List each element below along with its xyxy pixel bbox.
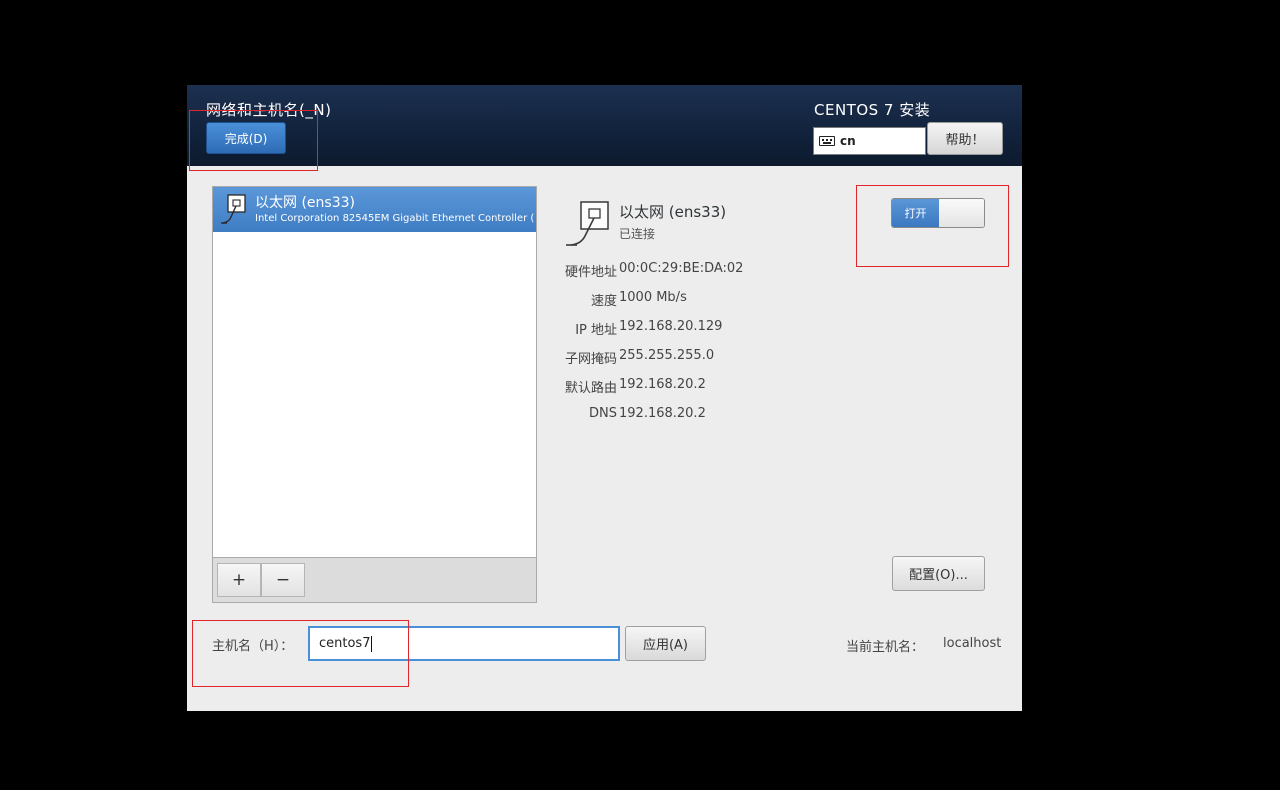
current-hostname-label: 当前主机名： <box>846 640 925 655</box>
page-title: 网络和主机名(_N) <box>206 101 332 119</box>
done-button[interactable]: 完成(D) <box>206 122 286 154</box>
list-item-ens33[interactable]: 以太网 (ens33) Intel Corporation 82545EM Gi… <box>213 187 536 232</box>
toggle-on-label: 打开 <box>892 199 939 227</box>
keyboard-layout-indicator[interactable]: cn <box>813 127 926 155</box>
device-list: 以太网 (ens33) Intel Corporation 82545EM Gi… <box>212 186 537 558</box>
install-title: CENTOS 7 安装 <box>814 101 931 119</box>
detail-device-name: 以太网 (ens33) <box>619 203 727 221</box>
remove-device-button[interactable]: − <box>261 563 305 597</box>
info-row-subnet-mask: 子网掩码 255.255.255.0 <box>564 348 715 367</box>
window-header: 网络和主机名(_N) 完成(D) CENTOS 7 安装 cn 帮助！ <box>187 85 1022 166</box>
device-list-toolbar: + − <box>212 558 537 603</box>
hostname-label: 主机名（H）： <box>212 639 294 654</box>
device-name: 以太网 (ens33) <box>255 195 355 211</box>
info-row-dns: DNS 192.168.20.2 <box>589 406 706 421</box>
info-row-ip-address: IP 地址 192.168.20.129 <box>575 319 723 338</box>
add-device-button[interactable]: + <box>217 563 261 597</box>
configure-button[interactable]: 配置(O)... <box>892 556 985 591</box>
connection-toggle[interactable]: 打开 <box>891 198 985 228</box>
current-hostname-value: localhost <box>943 636 1002 651</box>
connection-status: 已连接 <box>619 227 656 241</box>
help-button[interactable]: 帮助！ <box>927 122 1003 155</box>
info-row-speed: 速度 1000 Mb/s <box>590 290 687 309</box>
info-row-hw-address: 硬件地址 00:0C:29:BE:DA:02 <box>564 261 744 280</box>
info-row-default-route: 默认路由 192.168.20.2 <box>564 377 706 396</box>
ethernet-icon <box>221 194 246 224</box>
apply-button[interactable]: 应用(A) <box>625 626 706 661</box>
keyboard-icon <box>819 136 835 146</box>
network-hostname-window: 网络和主机名(_N) 完成(D) CENTOS 7 安装 cn 帮助！ 以太网 … <box>187 85 1022 711</box>
hostname-input[interactable]: centos7 <box>308 626 620 661</box>
hostname-input-value: centos7 <box>319 636 371 651</box>
text-caret <box>371 635 373 652</box>
toggle-knob[interactable] <box>939 199 984 227</box>
keyboard-layout-label: cn <box>840 134 856 148</box>
device-description: Intel Corporation 82545EM Gigabit Ethern… <box>255 213 535 224</box>
ethernet-icon <box>566 201 609 246</box>
